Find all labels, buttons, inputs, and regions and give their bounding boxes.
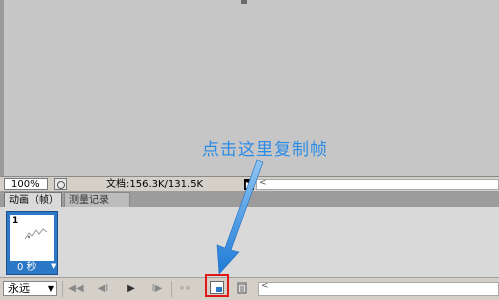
animation-controls-bar: 永远 ▼ ◀◀ ◀I ▶ I▶ ∘∘ <: [0, 277, 499, 300]
scroll-left-icon[interactable]: <: [261, 281, 269, 291]
document-size-info: 文档:156.3K/131.5K: [106, 177, 203, 192]
canvas-left-edge: [0, 0, 4, 176]
navigator-icon[interactable]: [54, 178, 67, 190]
frame-number: 1: [12, 216, 19, 226]
frame-thumbnail-image: [24, 228, 48, 240]
controls-separator: [62, 281, 63, 297]
loop-dropdown-icon: ▼: [47, 284, 54, 293]
frame-delay[interactable]: 0 秒: [17, 262, 37, 274]
horizontal-scrollbar[interactable]: <: [256, 178, 499, 190]
scroll-left-icon[interactable]: <: [259, 178, 267, 188]
tab-measurement-log[interactable]: 测量记录: [64, 192, 130, 207]
status-bar: 100% 文档:156.3K/131.5K ▶ <: [0, 176, 499, 192]
delete-frame-icon[interactable]: [236, 281, 248, 294]
animation-frame[interactable]: 1 0 秒 ▼: [6, 211, 58, 275]
frame-thumbnail: 1: [10, 215, 54, 261]
document-size-value: 156.3K/131.5K: [129, 179, 204, 190]
tab-animation-frames[interactable]: 动画（帧）: [4, 192, 62, 207]
frames-scrollbar[interactable]: <: [258, 281, 499, 296]
controls-separator: [171, 281, 172, 297]
annotation-text: 点击这里复制帧: [202, 140, 328, 160]
status-menu-arrow-icon[interactable]: ▶: [244, 179, 254, 190]
first-frame-icon[interactable]: ◀◀: [66, 282, 86, 296]
document-size-label: 文档:: [106, 179, 130, 190]
zoom-level-field[interactable]: 100%: [4, 178, 48, 190]
duplicate-frame-highlight: [205, 274, 229, 297]
loop-options-select[interactable]: 永远 ▼: [3, 281, 57, 296]
canvas-marker: [241, 0, 247, 4]
previous-frame-icon[interactable]: ◀I: [94, 282, 112, 296]
frame-delay-dropdown-icon[interactable]: ▼: [51, 262, 56, 270]
loop-option-value: 永远: [8, 282, 30, 295]
play-icon[interactable]: ▶: [124, 282, 138, 296]
frames-area: [0, 207, 499, 277]
next-frame-icon[interactable]: I▶: [148, 282, 166, 296]
animation-panel-tabbar: 动画（帧） 测量记录: [0, 191, 499, 207]
tween-icon[interactable]: ∘∘: [176, 282, 194, 296]
